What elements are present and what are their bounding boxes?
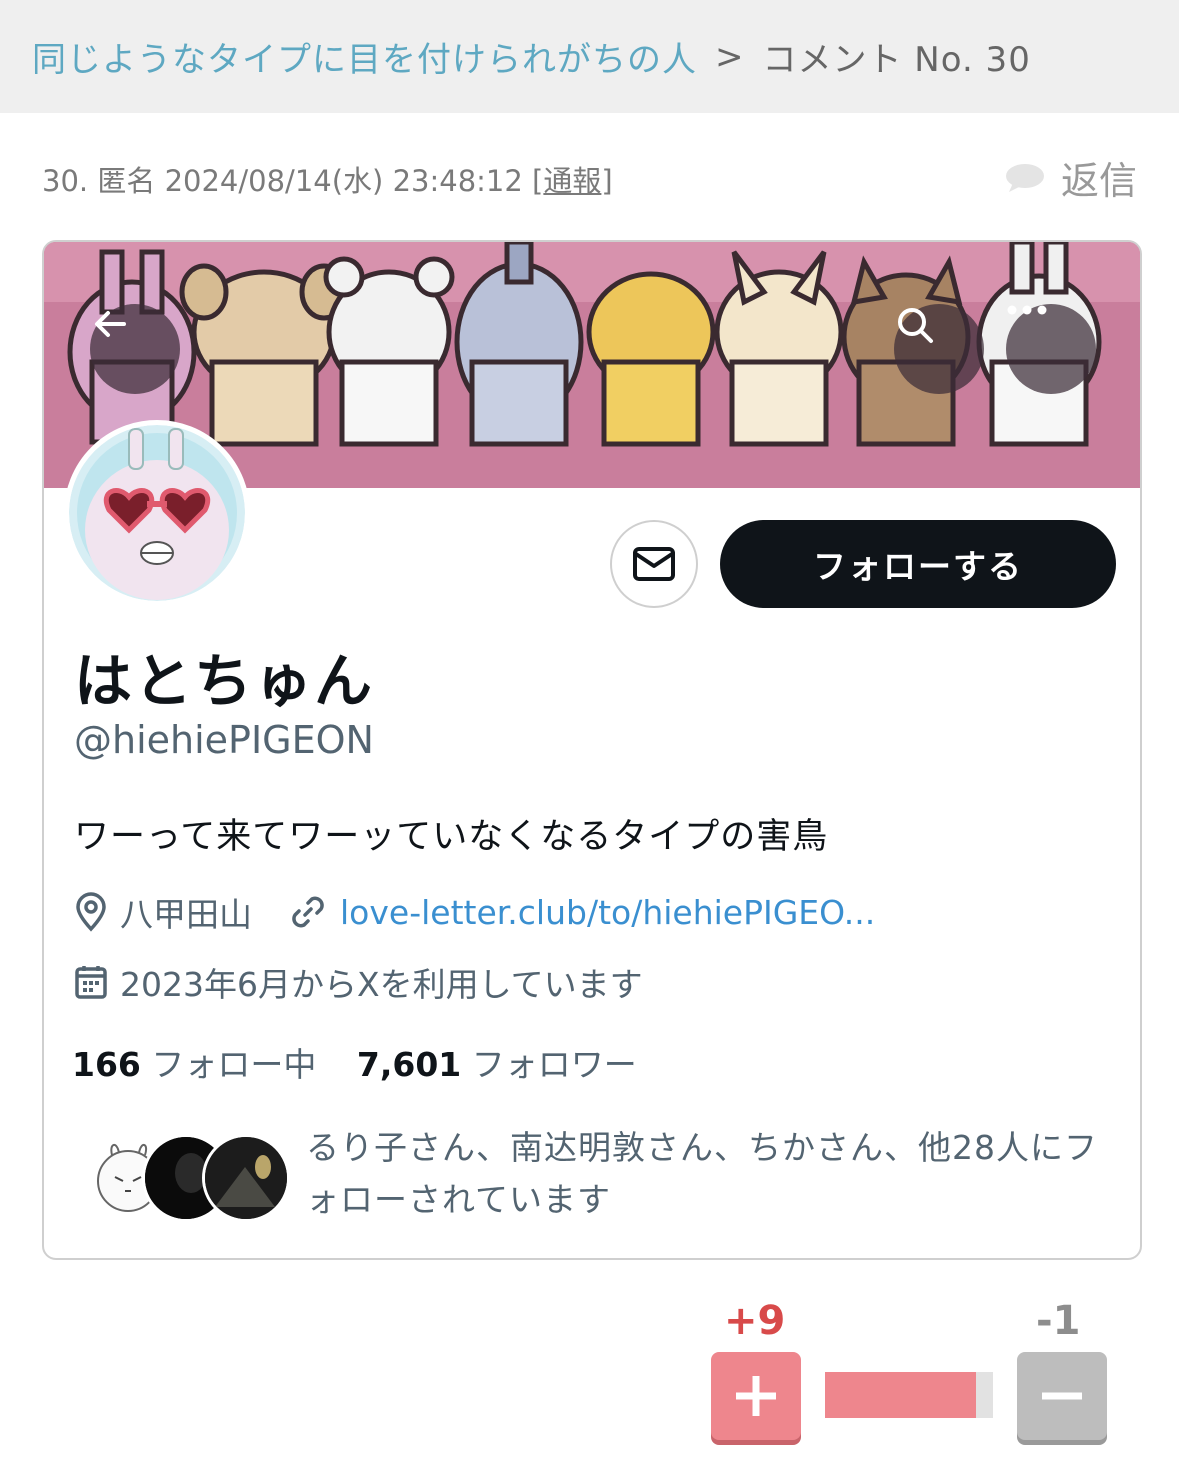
profile-avatar[interactable] [64, 420, 250, 606]
profile-card: フォローする はとちゅん @hiehiePIGEON ワーって来てワーッていなく… [42, 240, 1142, 1260]
plus-vote-count: +9 [724, 1298, 786, 1344]
user-handle: @hiehiePIGEON [74, 718, 374, 762]
following-link[interactable]: 166 フォロー中 [72, 1045, 316, 1084]
search-icon [898, 308, 933, 343]
reply-button[interactable]: 返信 [1005, 150, 1137, 205]
minus-vote-button[interactable] [1017, 1352, 1107, 1440]
plus-icon [736, 1376, 776, 1416]
more-button[interactable] [1006, 304, 1096, 394]
message-button[interactable] [610, 520, 698, 608]
search-button[interactable] [894, 304, 984, 394]
comment-number: 30. [42, 164, 89, 198]
minus-icon [1042, 1392, 1082, 1400]
profile-joined: 2023年6月からXを利用しています [120, 965, 643, 1004]
followed-by-text: るり子さん、南达明敦さん、ちかさん、他28人にフォローされています [306, 1128, 1098, 1219]
report-bracket-close: ] [601, 164, 613, 198]
following-count: 166 [72, 1045, 141, 1084]
arrow-left-icon [95, 311, 126, 337]
comment-author: 匿名 [97, 164, 156, 198]
vote-ratio-fill [825, 1372, 977, 1418]
followers-count: 7,601 [356, 1045, 462, 1084]
speech-bubble-icon [1005, 163, 1044, 192]
report-link[interactable]: 通報 [543, 164, 601, 198]
breadcrumb: 同じようなタイプに目を付けられがちの人 > コメント No. 30 [0, 0, 1179, 113]
breadcrumb-parent-link[interactable]: 同じようなタイプに目を付けられがちの人 [32, 32, 697, 81]
profile-join-row: 2023年6月からXを利用しています [74, 958, 643, 1006]
following-label: フォロー中 [151, 1045, 317, 1084]
followed-by-avatars [84, 1134, 294, 1226]
calendar-icon [75, 966, 107, 999]
envelope-icon [633, 547, 675, 581]
breadcrumb-separator: > [715, 36, 745, 77]
link-icon [292, 896, 324, 928]
plus-vote-button[interactable] [711, 1352, 801, 1440]
comment-meta: 30. 匿名 2024/08/14(水) 23:48:12 [通報] [42, 158, 613, 200]
more-dots-icon [1007, 305, 1047, 315]
breadcrumb-current: コメント No. 30 [762, 40, 1031, 80]
pigeon-avatar-image [69, 425, 245, 601]
report-bracket-open: [ [532, 164, 544, 198]
followed-by[interactable]: るり子さん、南达明敦さん、ちかさん、他28人にフォローされています [84, 1122, 1124, 1232]
vote-ratio-bar [825, 1372, 993, 1418]
follow-button[interactable]: フォローする [720, 520, 1116, 608]
profile-location: 八甲田山 [120, 895, 252, 934]
follower-avatar [202, 1134, 290, 1222]
followers-label: フォロワー [471, 1045, 637, 1084]
minus-vote-count: -1 [1036, 1298, 1081, 1344]
photo-avatar-image [205, 1137, 287, 1219]
followers-link[interactable]: 7,601 フォロワー [357, 1045, 637, 1084]
location-pin-icon [76, 892, 106, 932]
profile-bio: ワーって来てワーッていなくなるタイプの害鳥 [74, 817, 829, 857]
profile-info-row: 八甲田山 love-letter.club/to/hiehiePIGEO... [74, 888, 875, 936]
display-name: はとちゅん [74, 647, 375, 715]
comment-datetime: 2024/08/14(水) 23:48:12 [164, 164, 523, 198]
profile-website-link[interactable]: love-letter.club/to/hiehiePIGEO... [340, 893, 875, 932]
back-button[interactable] [90, 304, 180, 394]
reply-label: 返信 [1060, 159, 1137, 203]
follow-stats: 166 フォロー中 7,601 フォロワー [72, 1038, 637, 1086]
